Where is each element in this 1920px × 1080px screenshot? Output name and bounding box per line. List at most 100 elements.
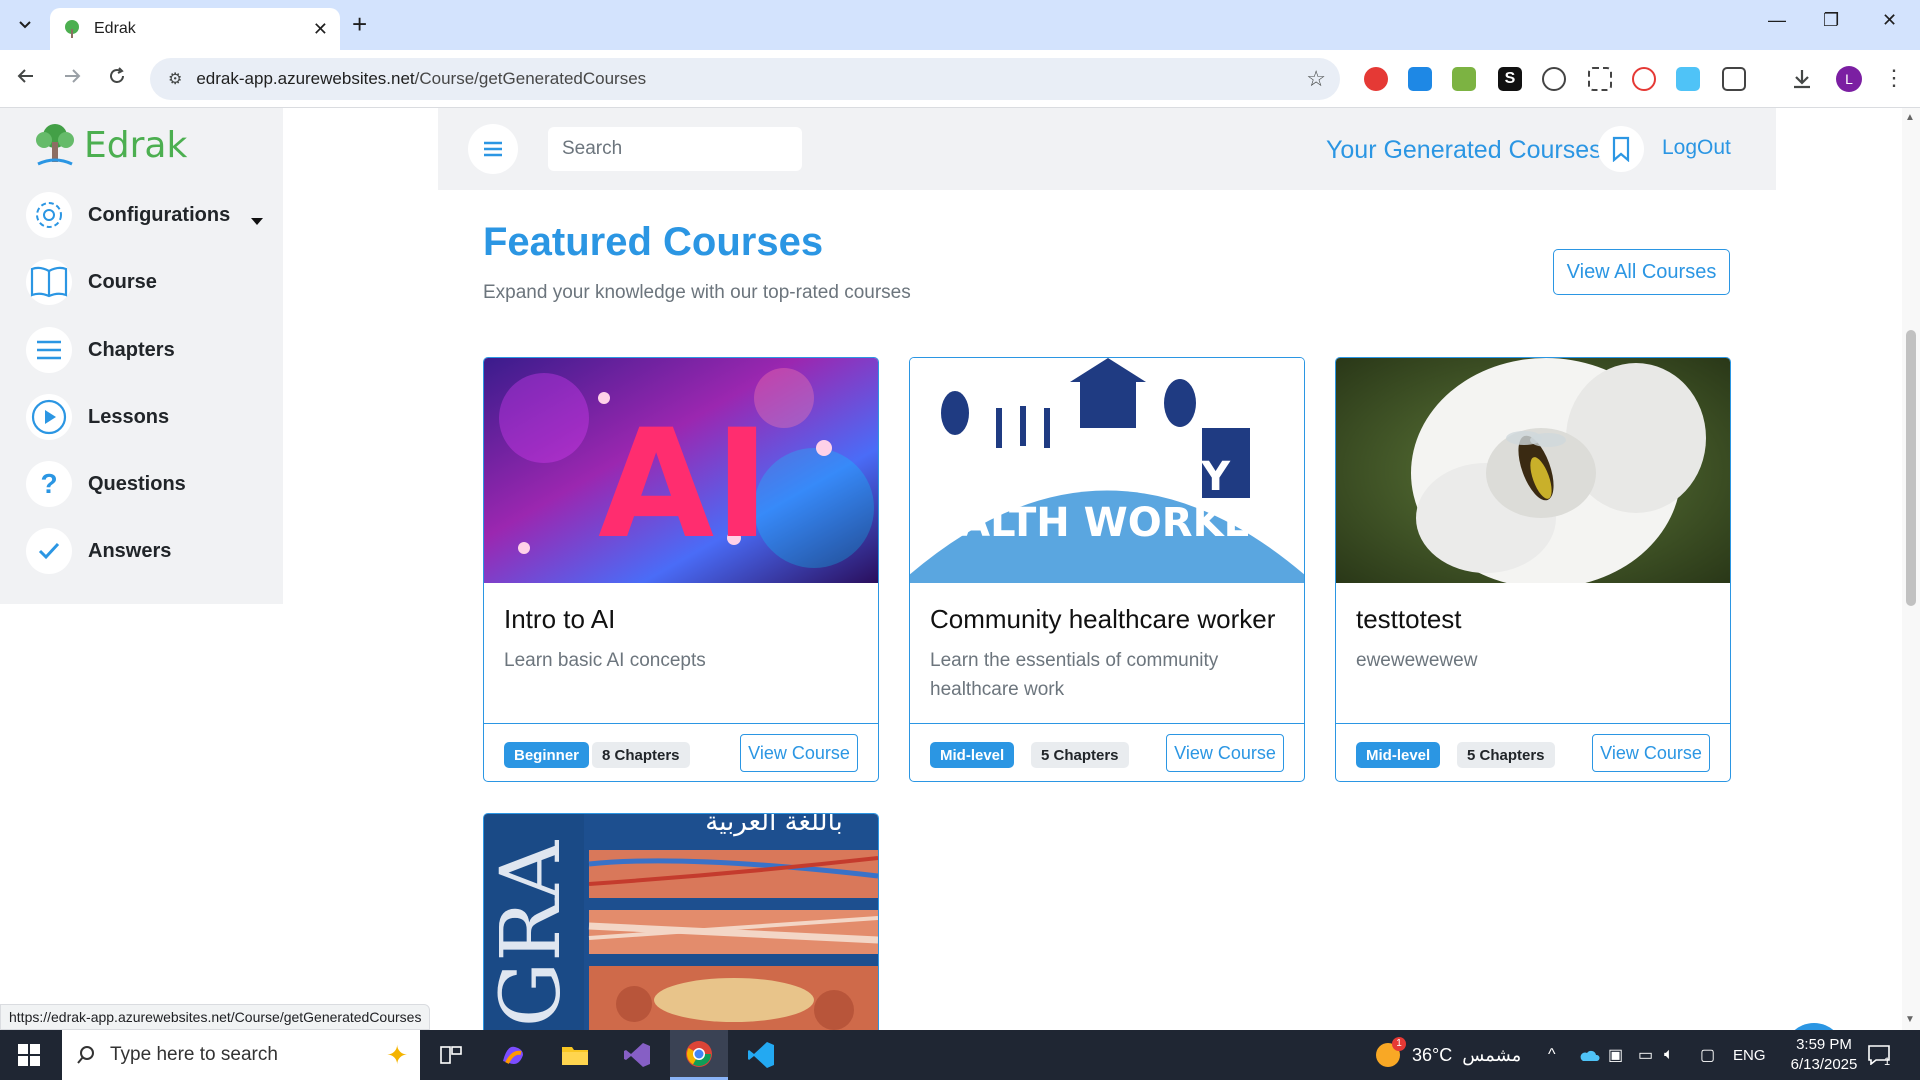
- bookmarks-button[interactable]: [1598, 126, 1644, 172]
- windows-start-icon[interactable]: [18, 1044, 40, 1066]
- sidebar-item-label: Configurations: [88, 203, 231, 226]
- tab-title: Edrak: [94, 20, 136, 37]
- back-button[interactable]: [16, 66, 36, 91]
- scroll-down-arrow-icon[interactable]: ▼: [1905, 1014, 1915, 1025]
- question-icon: ?: [26, 461, 72, 507]
- sidebar-item-lessons[interactable]: Lessons: [26, 394, 169, 440]
- copilot-app-icon[interactable]: [484, 1030, 542, 1080]
- downloads-icon[interactable]: [1790, 67, 1814, 91]
- browser-tab-edrak[interactable]: Edrak ✕: [50, 8, 340, 50]
- restore-button[interactable]: ❐: [1823, 10, 1839, 31]
- select-extension-icon[interactable]: [1588, 67, 1612, 91]
- extensions-puzzle-icon[interactable]: [1722, 67, 1746, 91]
- top-navbar: Your Generated Courses LogOut: [438, 108, 1776, 190]
- sidebar-item-chapters[interactable]: Chapters: [26, 327, 175, 373]
- level-badge: Beginner: [504, 742, 590, 768]
- course-title: Intro to AI: [504, 604, 616, 634]
- taskbar-search-placeholder: Type here to search: [110, 1044, 278, 1065]
- view-all-courses-button[interactable]: View All Courses: [1553, 249, 1730, 295]
- security-icon[interactable]: ▣: [1608, 1030, 1623, 1080]
- list-icon: [26, 327, 72, 373]
- sidebar-item-configurations[interactable]: Configurations: [26, 192, 230, 238]
- address-bar[interactable]: ⚙ edrak-app.azurewebsites.net/Course/get…: [150, 58, 1340, 100]
- gray-cover-text: GRA: [484, 839, 579, 1027]
- arabic-cover-text: باللغة العربية: [705, 814, 843, 837]
- battery-icon[interactable]: ▭: [1638, 1030, 1653, 1080]
- show-hidden-icons-button[interactable]: ^: [1548, 1030, 1556, 1080]
- sidebar: Edrak Configurations Course Chapters Les…: [0, 108, 283, 604]
- page-scrollbar[interactable]: ▲ ▼: [1902, 108, 1920, 1030]
- view-course-button[interactable]: View Course: [1166, 734, 1284, 772]
- check-icon: [26, 528, 72, 574]
- url-text: edrak-app.azurewebsites.net/Course/getGe…: [196, 69, 1306, 89]
- sidebar-item-answers[interactable]: Answers: [26, 528, 171, 574]
- course-title: Community healthcare worker: [930, 604, 1276, 634]
- course-card: GRA باللغة العربية: [483, 813, 879, 1030]
- task-view-icon[interactable]: [422, 1030, 480, 1080]
- course-description: Learn the essentials of community health…: [930, 650, 1219, 700]
- close-tab-icon[interactable]: ✕: [313, 19, 328, 40]
- scroll-to-top-button[interactable]: [1784, 1023, 1844, 1030]
- minimize-button[interactable]: —: [1768, 10, 1786, 31]
- sun-icon: 1: [1376, 1037, 1406, 1067]
- bookmark-star-icon[interactable]: ☆: [1306, 66, 1326, 92]
- level-badge: Mid-level: [1356, 742, 1441, 768]
- tree-logo-icon: [36, 124, 74, 166]
- scroll-up-arrow-icon[interactable]: ▲: [1905, 112, 1915, 123]
- search-input[interactable]: [548, 127, 802, 171]
- edrak-logo[interactable]: Edrak: [30, 120, 187, 170]
- close-window-button[interactable]: ✕: [1882, 10, 1897, 31]
- code-extension-icon[interactable]: [1542, 67, 1566, 91]
- link-preview-status: https://edrak-app.azurewebsites.net/Cour…: [0, 1004, 431, 1030]
- sidebar-item-questions[interactable]: ? Questions: [26, 461, 186, 507]
- arrow-right-icon: [65, 69, 81, 83]
- chapters-badge: 8 Chapters: [592, 742, 690, 768]
- chrome-menu-icon[interactable]: ⋮: [1882, 67, 1906, 91]
- onedrive-icon[interactable]: [1578, 1030, 1600, 1080]
- reload-icon: [110, 67, 124, 83]
- vscode-app-icon[interactable]: [732, 1030, 790, 1080]
- visual-studio-icon[interactable]: [608, 1030, 666, 1080]
- notification-center-icon[interactable]: 1: [1868, 1030, 1890, 1080]
- forward-button[interactable]: [62, 66, 82, 91]
- chevron-down-icon: [19, 21, 31, 29]
- s-extension-icon[interactable]: S: [1498, 67, 1522, 91]
- bookmark-icon: [1612, 136, 1630, 162]
- wallet-extension-icon[interactable]: [1676, 67, 1700, 91]
- taskbar-search-box[interactable]: Type here to search ✦: [62, 1030, 420, 1080]
- copilot-sparkle-icon[interactable]: ✦: [386, 1040, 408, 1071]
- chevron-down-icon[interactable]: [250, 214, 264, 230]
- view-course-button[interactable]: View Course: [1592, 734, 1710, 772]
- community-image-line2: HEALTH WORKER: [910, 500, 1282, 546]
- site-info-icon[interactable]: ⚙: [168, 69, 182, 89]
- screen-capture-extension-icon[interactable]: [1408, 67, 1432, 91]
- language-indicator[interactable]: ENG: [1733, 1030, 1766, 1080]
- book-icon: [26, 259, 72, 305]
- opera-extension-icon[interactable]: [1364, 67, 1388, 91]
- generated-courses-link[interactable]: Your Generated Courses: [1326, 136, 1602, 165]
- chrome-app-icon[interactable]: [670, 1030, 728, 1080]
- plant-extension-icon[interactable]: [1452, 67, 1476, 91]
- display-icon[interactable]: ▢: [1700, 1030, 1715, 1080]
- weather-widget[interactable]: 1 36°C مشمس: [1376, 1030, 1521, 1080]
- sidebar-item-course[interactable]: Course: [26, 259, 157, 305]
- view-course-button[interactable]: View Course: [740, 734, 858, 772]
- page-title: Featured Courses: [483, 220, 824, 264]
- profile-avatar[interactable]: L: [1836, 66, 1862, 92]
- chapters-badge: 5 Chapters: [1457, 742, 1555, 768]
- new-tab-button[interactable]: +: [352, 10, 367, 38]
- file-explorer-icon[interactable]: [546, 1030, 604, 1080]
- weather-badge: 1: [1392, 1037, 1406, 1051]
- volume-icon[interactable]: 🔈︎: [1664, 1030, 1674, 1080]
- clock[interactable]: 3:59 PM 6/13/2025: [1784, 1030, 1864, 1080]
- course-title: testtotest: [1356, 604, 1462, 634]
- logout-link[interactable]: LogOut: [1662, 136, 1731, 160]
- weather-label: مشمس: [1462, 1044, 1522, 1065]
- sidebar-item-label: Chapters: [88, 338, 175, 361]
- reload-button[interactable]: [107, 66, 127, 91]
- scrollbar-thumb[interactable]: [1906, 330, 1916, 606]
- sidebar-item-label: Course: [88, 270, 157, 293]
- tab-search-button[interactable]: [10, 12, 40, 38]
- link-extension-icon[interactable]: [1632, 67, 1656, 91]
- menu-toggle-button[interactable]: [468, 124, 518, 174]
